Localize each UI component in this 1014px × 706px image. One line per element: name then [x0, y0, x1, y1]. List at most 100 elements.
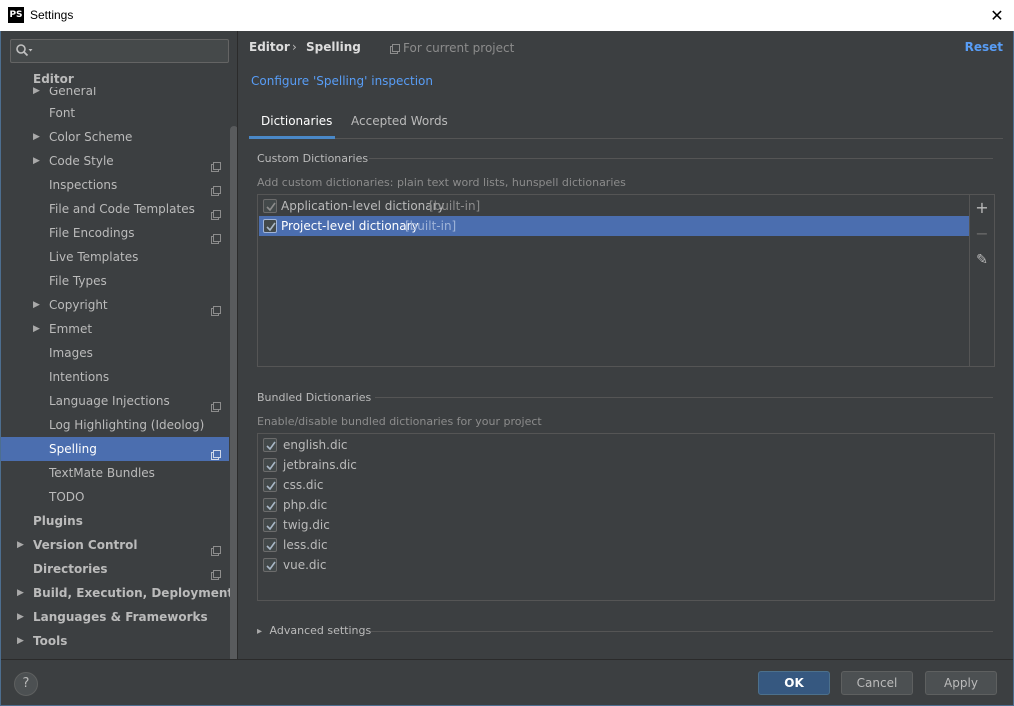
list-item[interactable]: css.dic	[261, 475, 991, 495]
sidebar-item-plugins[interactable]: Plugins	[1, 509, 229, 533]
list-item-selected[interactable]: Project-level dictionary [built-in]	[259, 216, 969, 236]
sidebar-item-label: File Encodings	[49, 226, 135, 240]
reset-link[interactable]: Reset	[965, 40, 1003, 54]
sidebar-item-language-injections[interactable]: Language Injections	[1, 389, 229, 413]
sidebar-item-label: Color Scheme	[49, 130, 133, 144]
expand-arrow-icon[interactable]: ▶	[33, 125, 43, 149]
list-item[interactable]: english.dic	[261, 435, 991, 455]
sidebar-item-font[interactable]: Font	[1, 101, 229, 125]
advanced-settings-toggle[interactable]: ▸ Advanced settings	[257, 624, 371, 637]
edit-pencil-icon[interactable]: ✎	[973, 251, 991, 269]
custom-dictionaries-list: Application-level dictionary [built-in] …	[257, 194, 995, 367]
checkbox[interactable]	[263, 538, 277, 552]
remove-icon[interactable]: −	[973, 225, 991, 243]
configure-inspection-link[interactable]: Configure 'Spelling' inspection	[251, 74, 433, 88]
project-scope-icon	[211, 300, 221, 316]
ok-button[interactable]: OK	[758, 671, 830, 695]
sidebar-item-todo[interactable]: TODO	[1, 485, 229, 509]
breadcrumb-separator: ›	[292, 40, 297, 54]
builtin-tag: [built-in]	[429, 199, 481, 213]
list-item[interactable]: php.dic	[261, 495, 991, 515]
sidebar-item-emmet[interactable]: ▶ Emmet	[1, 317, 229, 341]
dictionary-name: php.dic	[283, 498, 328, 512]
sidebar-item-code-style[interactable]: ▶ Code Style	[1, 149, 229, 173]
checkbox[interactable]	[263, 498, 277, 512]
close-window-button[interactable]: ✕	[980, 0, 1014, 31]
list-item[interactable]: vue.dic	[261, 555, 991, 575]
help-button[interactable]: ?	[14, 672, 38, 696]
cancel-button[interactable]: Cancel	[841, 671, 913, 695]
expand-arrow-icon[interactable]: ▶	[17, 629, 27, 653]
spelling-settings-panel: Editor › Spelling For current project Re…	[239, 31, 1013, 659]
project-scope-icon	[211, 564, 221, 580]
sidebar-item-color-scheme[interactable]: ▶ Color Scheme	[1, 125, 229, 149]
sidebar-item-tools[interactable]: ▶ Tools	[1, 629, 229, 653]
sidebar-item-file-types[interactable]: File Types	[1, 269, 229, 293]
checkbox[interactable]	[263, 219, 277, 233]
sidebar-item-spelling[interactable]: Spelling	[1, 437, 229, 461]
title-bar: PS Settings ✕	[0, 0, 1014, 31]
checkbox[interactable]	[263, 438, 277, 452]
sidebar-item-general[interactable]: ▶ General	[1, 87, 229, 101]
sidebar-item-inspections[interactable]: Inspections	[1, 173, 229, 197]
sidebar-item-editor[interactable]: Editor	[1, 71, 229, 87]
sidebar-item-live-templates[interactable]: Live Templates	[1, 245, 229, 269]
sidebar-item-images[interactable]: Images	[1, 341, 229, 365]
phpstorm-app-icon: PS	[8, 7, 24, 23]
sidebar-item-textmate-bundles[interactable]: TextMate Bundles	[1, 461, 229, 485]
project-scope-icon	[211, 540, 221, 556]
expand-arrow-icon[interactable]: ▶	[33, 149, 43, 173]
sidebar-item-directories[interactable]: Directories	[1, 557, 229, 581]
breadcrumb-editor[interactable]: Editor	[249, 40, 290, 54]
sidebar-item-label: Plugins	[33, 514, 83, 528]
list-item[interactable]: Application-level dictionary [built-in]	[259, 196, 969, 216]
sidebar-item-label: TextMate Bundles	[49, 466, 155, 480]
project-scope-icon	[211, 444, 221, 460]
sidebar-item-label: Log Highlighting (Ideolog)	[49, 418, 205, 432]
project-scope-icon	[211, 156, 221, 172]
checkbox[interactable]	[263, 558, 277, 572]
list-toolbar: + − ✎	[969, 195, 994, 366]
section-divider	[371, 631, 993, 632]
sidebar-item-label: TODO	[49, 490, 85, 504]
window-title: Settings	[30, 8, 74, 22]
sidebar-item-label: Images	[49, 346, 93, 360]
advanced-settings-label: Advanced settings	[269, 624, 372, 637]
expand-arrow-icon[interactable]: ▶	[33, 87, 43, 96]
sidebar-item-build-execution-deployment[interactable]: ▶ Build, Execution, Deployment	[1, 581, 233, 605]
list-item[interactable]: twig.dic	[261, 515, 991, 535]
apply-button[interactable]: Apply	[925, 671, 997, 695]
bundled-dictionaries-title: Bundled Dictionaries	[257, 391, 372, 404]
sidebar-item-copyright[interactable]: ▶ Copyright	[1, 293, 229, 317]
checkbox[interactable]	[263, 478, 277, 492]
expand-arrow-icon[interactable]: ▶	[33, 293, 43, 317]
checkbox[interactable]	[263, 458, 277, 472]
list-item[interactable]: jetbrains.dic	[261, 455, 991, 475]
checkbox[interactable]	[263, 199, 277, 213]
sidebar-item-file-encodings[interactable]: File Encodings	[1, 221, 229, 245]
sidebar-item-label: Intentions	[49, 370, 110, 384]
search-icon[interactable]	[15, 42, 35, 60]
dictionary-name: css.dic	[283, 478, 324, 492]
sidebar-item-label: Inspections	[49, 178, 118, 192]
list-item[interactable]: less.dic	[261, 535, 991, 555]
sidebar-item-label: Code Style	[49, 154, 114, 168]
sidebar-item-log-highlighting-ideolog[interactable]: Log Highlighting (Ideolog)	[1, 413, 229, 437]
sidebar-item-intentions[interactable]: Intentions	[1, 365, 229, 389]
checkbox[interactable]	[263, 518, 277, 532]
expand-arrow-icon[interactable]: ▶	[17, 533, 27, 557]
bundled-dictionaries-hint: Enable/disable bundled dictionaries for …	[257, 415, 542, 428]
expand-arrow-icon[interactable]: ▶	[33, 317, 43, 341]
expand-arrow-icon[interactable]: ▶	[17, 581, 27, 605]
expand-arrow-icon[interactable]: ▶	[17, 605, 27, 629]
sidebar-scrollbar[interactable]	[230, 126, 237, 659]
dictionary-name: english.dic	[283, 438, 348, 452]
sidebar-item-languages-frameworks[interactable]: ▶ Languages & Frameworks	[1, 605, 229, 629]
sidebar-item-version-control[interactable]: ▶ Version Control	[1, 533, 229, 557]
project-scope-icon	[211, 228, 221, 244]
tab-dictionaries[interactable]: Dictionaries	[249, 107, 335, 139]
settings-search-input[interactable]	[10, 39, 229, 63]
sidebar-item-file-and-code-templates[interactable]: File and Code Templates	[1, 197, 229, 221]
add-icon[interactable]: +	[973, 199, 991, 217]
tab-accepted-words[interactable]: Accepted Words	[339, 107, 460, 139]
